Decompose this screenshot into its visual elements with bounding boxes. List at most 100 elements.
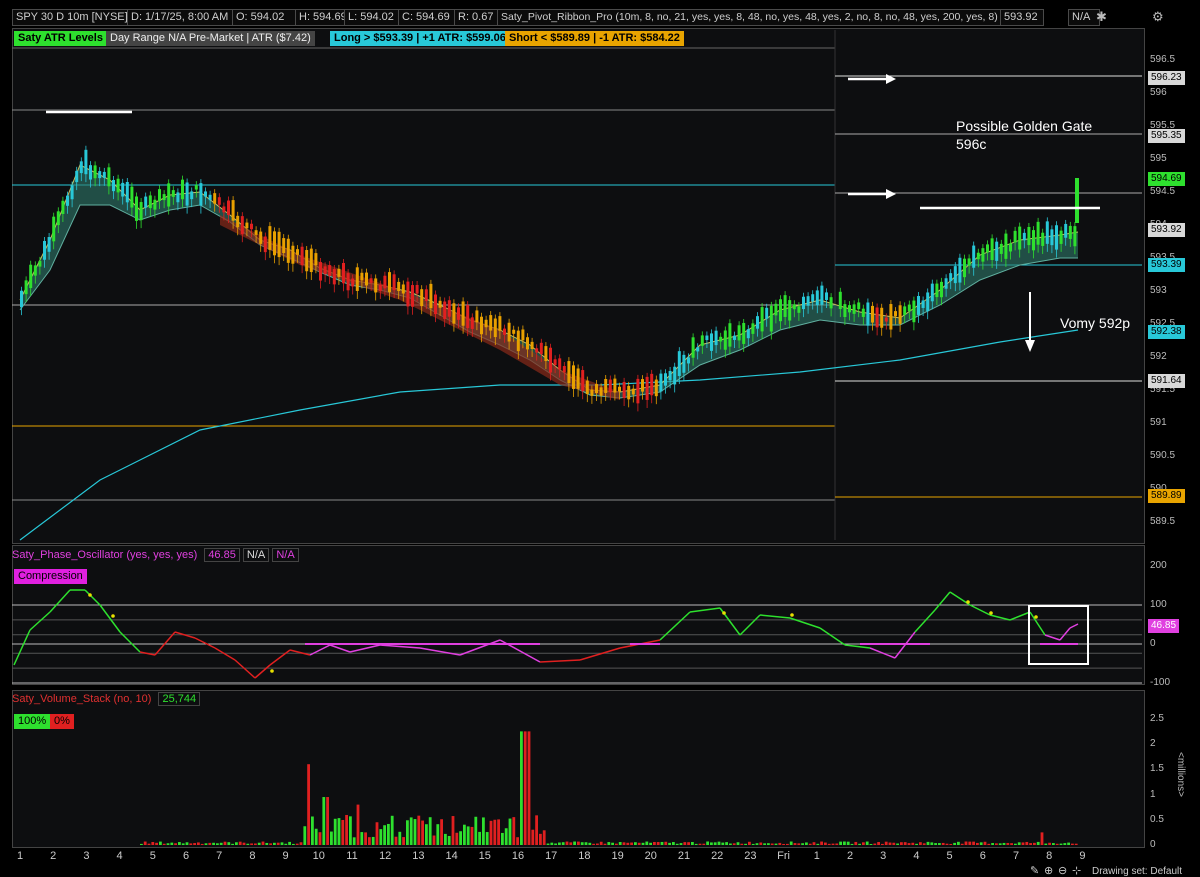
volume-bar	[447, 835, 451, 845]
candle	[300, 246, 304, 266]
volume-bar	[900, 842, 903, 845]
oscillator-dot	[88, 593, 92, 597]
volume-bar	[219, 842, 223, 845]
candle	[843, 304, 847, 317]
volume-bar	[675, 843, 679, 845]
candle	[733, 335, 736, 340]
candle	[360, 272, 364, 281]
candle	[84, 149, 88, 175]
candle	[986, 244, 989, 253]
volume-bar	[793, 843, 797, 845]
candle	[144, 196, 148, 208]
volume-bar	[140, 843, 143, 845]
volume-bar	[261, 841, 265, 845]
volume-bar	[926, 841, 930, 845]
candle	[940, 281, 943, 298]
volume-bar	[200, 843, 204, 845]
volume-bar	[1067, 842, 1070, 845]
candle	[273, 231, 276, 256]
candle	[162, 194, 166, 201]
volume-bar	[531, 829, 535, 845]
candle	[181, 179, 184, 200]
candle	[723, 330, 727, 350]
volume-bar	[352, 837, 356, 845]
volume-bar	[892, 842, 896, 845]
x-axis-label: 12	[379, 850, 392, 862]
volume-bar	[565, 841, 569, 845]
price-scale-tick: 590.5	[1150, 450, 1176, 461]
volume-bar	[672, 842, 675, 845]
candle	[714, 330, 718, 346]
price-tag: 591.64	[1148, 373, 1185, 388]
x-axis-label: 1	[813, 850, 820, 862]
candle	[802, 296, 805, 310]
candle	[526, 337, 529, 350]
volume-bar	[607, 842, 611, 845]
candle	[346, 273, 350, 291]
candle	[972, 245, 976, 268]
price-scale-tick: 592	[1150, 351, 1167, 362]
volume-bar	[740, 843, 744, 845]
candle	[622, 381, 626, 399]
volume-bar	[945, 843, 949, 845]
candle	[650, 373, 654, 396]
volume-bar	[428, 817, 432, 845]
x-axis-label: 1	[16, 850, 24, 862]
volume-bar	[653, 841, 656, 845]
x-axis-label: 4	[116, 850, 123, 862]
x-axis-label: 5	[149, 850, 156, 862]
volume-bar	[318, 832, 322, 845]
volume-bar	[409, 817, 413, 845]
volume-bar	[246, 843, 250, 845]
x-axis-label: 10	[312, 850, 325, 862]
volume-bar	[238, 841, 242, 845]
volume-bar	[440, 819, 443, 845]
volume-bar	[178, 842, 181, 845]
volume-bar	[998, 843, 1002, 845]
candle	[926, 292, 930, 312]
x-axis-label: 18	[578, 850, 591, 862]
candle	[424, 289, 428, 302]
volume-bar	[725, 842, 728, 845]
volume-bar	[394, 836, 398, 845]
volume-bar	[504, 828, 508, 845]
candle	[576, 368, 580, 389]
volume-bar	[455, 832, 459, 845]
candle	[1022, 232, 1026, 241]
candle	[857, 302, 861, 310]
volume-bar	[691, 841, 694, 845]
candle	[489, 315, 493, 331]
candle	[760, 307, 764, 332]
phase-oscillator-segment	[819, 627, 846, 646]
phase-oscillator-segment	[99, 604, 121, 633]
candle	[392, 274, 396, 291]
volume-bar	[143, 841, 147, 845]
volume-bar	[649, 842, 652, 845]
volume-bar	[497, 819, 500, 845]
candle	[562, 366, 566, 373]
volume-bar	[626, 842, 630, 845]
phase-oscillator-segment	[934, 591, 951, 611]
candle	[710, 333, 713, 351]
candle	[125, 181, 129, 203]
candle	[1004, 233, 1008, 259]
volume-bar	[1002, 842, 1006, 845]
volume-bar	[755, 843, 759, 845]
x-axis-label: 9	[1079, 850, 1086, 862]
volume-bar	[539, 833, 542, 845]
candle	[475, 310, 479, 323]
phase-oscillator-segment	[289, 649, 311, 656]
candle	[788, 300, 792, 321]
volume-bar	[436, 824, 440, 845]
volume-bar	[276, 842, 280, 845]
price-scale-tick: 594.5	[1150, 186, 1176, 197]
volume-scale-tick: 0.5	[1150, 813, 1164, 825]
volume-bar	[645, 841, 649, 845]
candle	[466, 305, 470, 329]
candle	[618, 386, 621, 392]
price-scale-tick: 596	[1150, 87, 1167, 98]
candle	[314, 253, 318, 266]
candle	[231, 200, 235, 221]
volume-bar	[482, 817, 485, 845]
candle	[171, 190, 175, 197]
